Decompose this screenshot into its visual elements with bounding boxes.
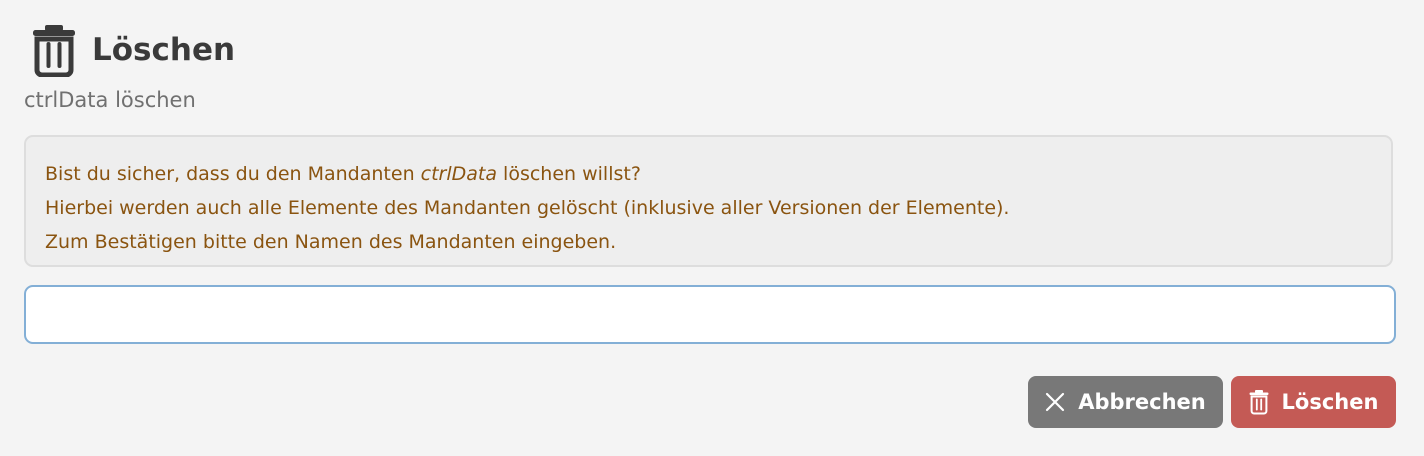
close-icon: [1045, 392, 1065, 412]
warning-message: Bist du sicher, dass du den Mandanten ct…: [24, 135, 1393, 267]
trash-icon: [1249, 389, 1269, 415]
delete-button-label: Löschen: [1281, 390, 1379, 414]
message-line-3: Zum Bestätigen bitte den Namen des Manda…: [45, 231, 617, 253]
tenant-name-confirm-input[interactable]: [24, 285, 1396, 344]
dialog-title: Löschen: [92, 32, 236, 68]
tenant-name: ctrlData: [420, 163, 498, 185]
cancel-button-label: Abbrechen: [1078, 390, 1206, 414]
delete-button[interactable]: Löschen: [1231, 376, 1396, 428]
message-line-1: Bist du sicher, dass du den Mandanten ct…: [45, 157, 1372, 191]
message-line-1-end: löschen willst?: [497, 163, 641, 185]
message-line-2: Hierbei werden auch alle Elemente des Ma…: [45, 197, 1010, 219]
dialog-subtitle: ctrlData löschen: [24, 88, 196, 112]
trash-icon: [33, 25, 75, 77]
dialog-header: [32, 22, 76, 78]
message-line-1-start: Bist du sicher, dass du den Mandanten: [45, 163, 421, 185]
cancel-button[interactable]: Abbrechen: [1028, 376, 1223, 428]
